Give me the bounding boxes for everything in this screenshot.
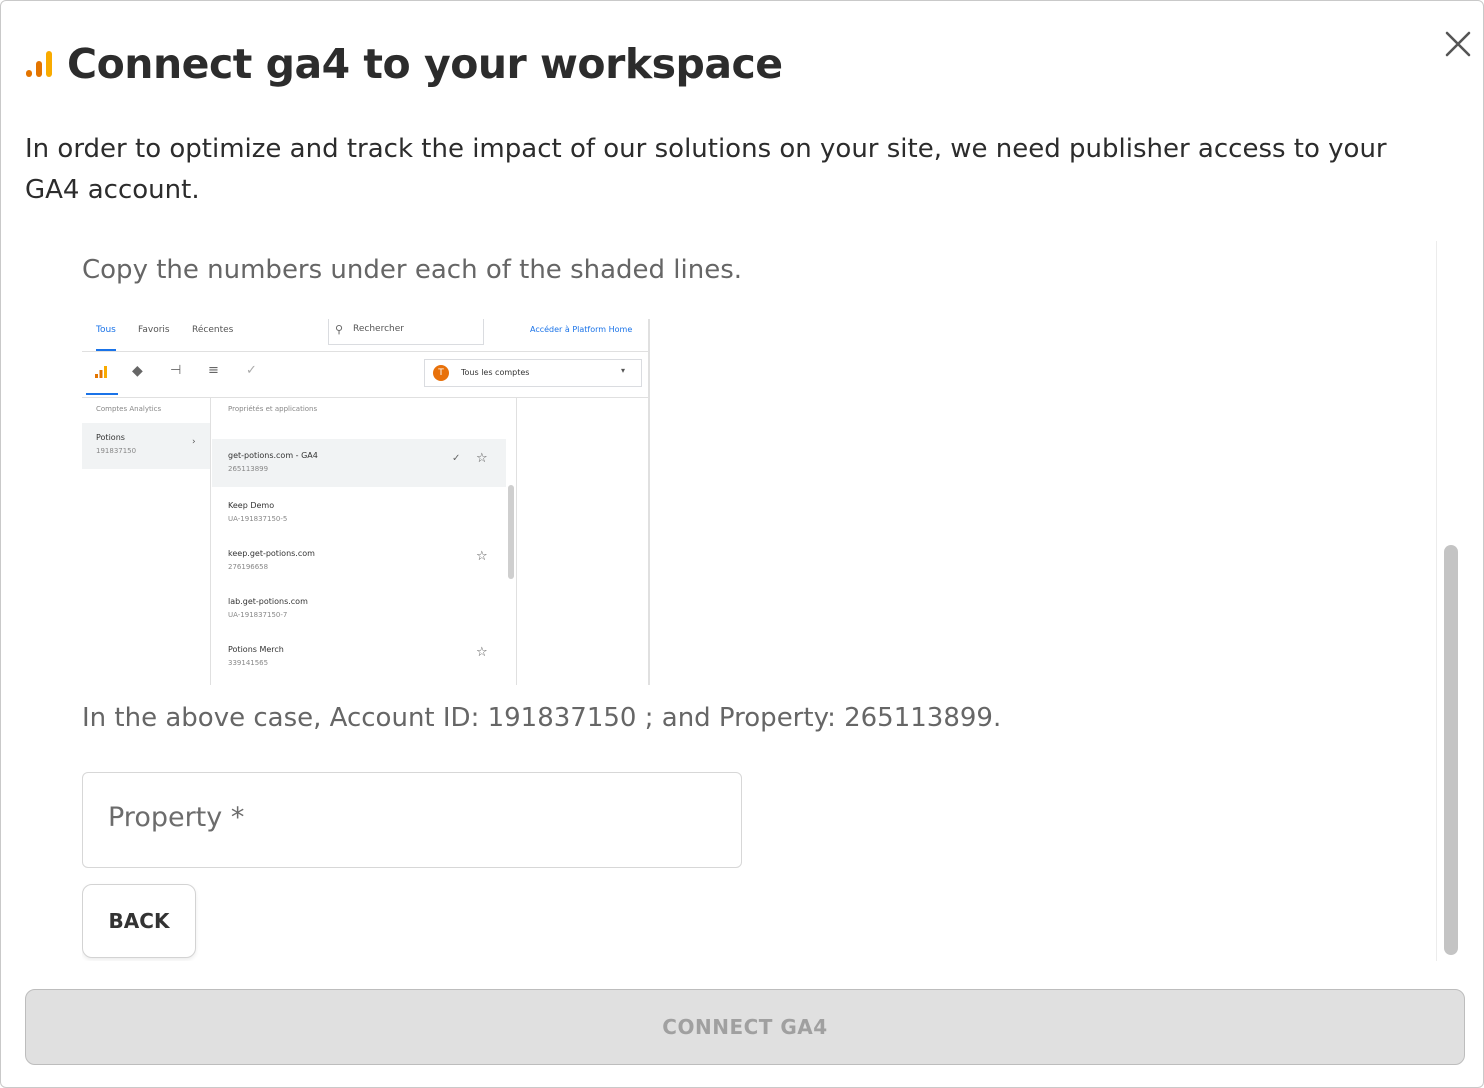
star-icon: ☆ (476, 451, 488, 466)
ga-property-row: lab.get-potions.com UA-191837150-7 (212, 587, 506, 631)
account-avatar: T (433, 365, 449, 381)
property-input-label: Property * (108, 802, 245, 833)
ga-account-screenshot: Tous Favoris Récentes ⚲ Rechercher Accéd… (82, 319, 652, 685)
ga-tab-all: Tous (96, 325, 116, 335)
ga-property-name: get-potions.com - GA4 (228, 451, 318, 460)
survey-icon: ✓ (246, 363, 257, 378)
divider (648, 319, 650, 685)
ga-property-name: lab.get-potions.com (228, 597, 308, 606)
connect-ga4-dialog: Connect ga4 to your workspace In order t… (0, 0, 1484, 1088)
dialog-header: Connect ga4 to your workspace (25, 39, 783, 89)
ga-col-accounts: Comptes Analytics (96, 405, 162, 413)
property-input[interactable]: Property * (82, 772, 742, 868)
ga-property-id: UA-191837150-7 (228, 611, 288, 619)
optimize-icon: ⊣ (170, 363, 182, 378)
chevron-right-icon: › (192, 437, 196, 447)
ga-icon-underline (86, 393, 118, 395)
scrollbar-thumb[interactable] (1444, 545, 1458, 955)
ga-property-name: Keep Demo (228, 501, 275, 510)
ga-account-id: 191837150 (96, 447, 137, 455)
intro-text: In order to optimize and track the impac… (25, 134, 1387, 205)
data-studio-icon: ≡ (208, 363, 219, 378)
divider (210, 397, 211, 685)
ga-property-row: get-potions.com - GA4 265113899 ✓ ☆ (212, 439, 506, 487)
ga-tab-favorites: Favoris (138, 325, 170, 335)
ga-property-row: Potions Merch 339141565 ☆ (212, 635, 506, 679)
content-scrollbar[interactable] (1436, 241, 1465, 961)
ga-account-name: Potions (96, 433, 125, 442)
caret-down-icon: ▾ (621, 366, 626, 375)
close-button[interactable] (1439, 25, 1477, 63)
back-button[interactable]: BACK (82, 884, 196, 958)
divider (516, 397, 517, 685)
ga-col-properties: Propriétés et applications (228, 405, 318, 413)
dialog-title: Connect ga4 to your workspace (67, 40, 783, 88)
star-icon: ☆ (476, 645, 488, 660)
tag-manager-icon: ◆ (132, 363, 143, 379)
ga-analytics-icon (95, 366, 107, 378)
connect-ga4-button[interactable]: CONNECT GA4 (25, 989, 1465, 1065)
check-icon: ✓ (452, 453, 461, 464)
ga-search-icon: ⚲ (335, 323, 344, 336)
example-text: In the above case, Account ID: 191837150… (82, 703, 1002, 733)
ga-property-id: UA-191837150-5 (228, 515, 288, 523)
ga-account-row: Potions 191837150 › (82, 423, 210, 469)
instruction-text: Copy the numbers under each of the shade… (82, 255, 743, 285)
scroll-content: Copy the numbers under each of the shade… (82, 241, 1422, 961)
ga-scrollbar (508, 485, 514, 579)
star-icon: ☆ (476, 549, 488, 564)
ga-property-id: 265113899 (228, 465, 269, 473)
ga-account-selector: T Tous les comptes ▾ (424, 359, 642, 387)
ga-property-row: keep.get-potions.com 276196658 ☆ (212, 539, 506, 583)
account-selector-label: Tous les comptes (461, 368, 530, 377)
ga-property-row: Keep Demo UA-191837150-5 (212, 491, 506, 535)
ga-platform-link: Accéder à Platform Home (530, 325, 633, 334)
ga-property-id: 276196658 (228, 563, 269, 571)
divider (82, 397, 648, 398)
divider (82, 351, 648, 352)
google-analytics-icon (26, 51, 52, 77)
ga-search-placeholder: Rechercher (353, 324, 404, 334)
close-icon (1445, 31, 1471, 57)
ga-property-id: 339141565 (228, 659, 269, 667)
ga-property-name: Potions Merch (228, 645, 284, 654)
ga-property-name: keep.get-potions.com (228, 549, 315, 558)
ga-tab-recent: Récentes (192, 325, 234, 335)
ga-search-box: ⚲ Rechercher (328, 319, 484, 345)
